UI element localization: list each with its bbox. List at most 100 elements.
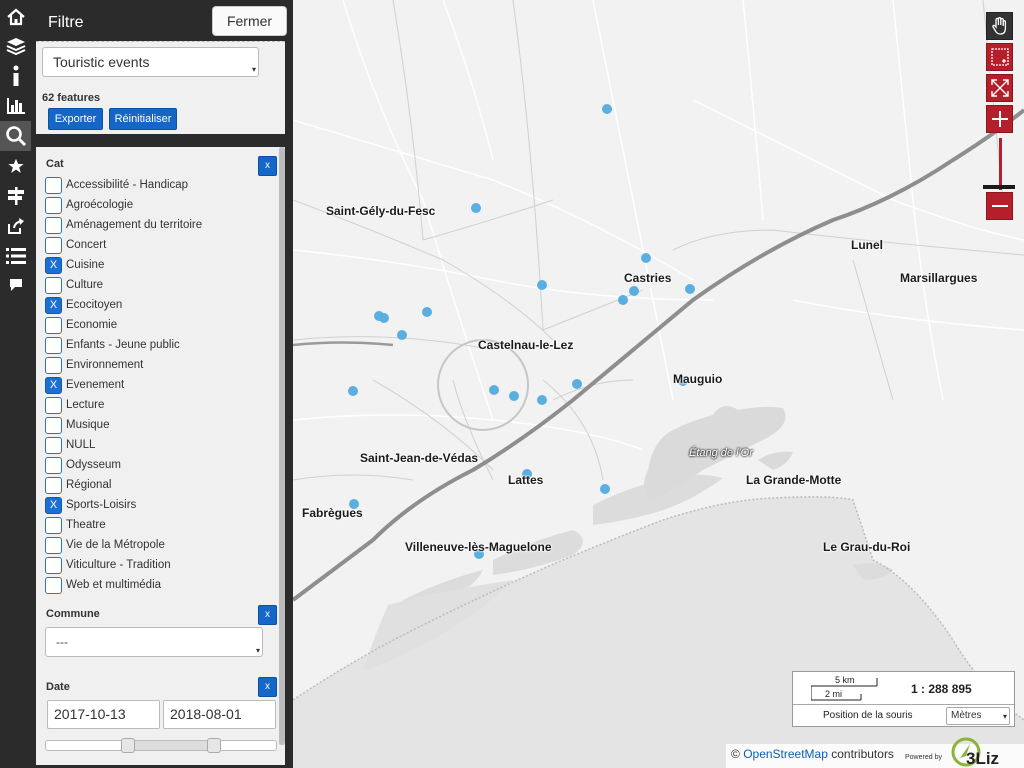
panel-scrollbar[interactable] bbox=[279, 147, 285, 745]
cat-option[interactable]: Concert bbox=[45, 236, 106, 254]
zoom-slider[interactable] bbox=[999, 138, 1002, 190]
cat-option[interactable]: Web et multimédia bbox=[45, 576, 161, 594]
checkbox[interactable] bbox=[45, 176, 62, 194]
home-icon[interactable] bbox=[0, 2, 31, 32]
signpost-icon[interactable] bbox=[0, 181, 31, 211]
cat-option[interactable]: Economie bbox=[45, 316, 117, 334]
star-icon[interactable] bbox=[0, 151, 31, 181]
scale-mi: 2 mi bbox=[825, 689, 843, 699]
layer-select[interactable]: Touristic events ▾ bbox=[42, 47, 259, 77]
cat-option[interactable]: Enfants - Jeune public bbox=[45, 336, 180, 354]
osm-link[interactable]: OpenStreetMap bbox=[743, 747, 828, 761]
checkbox[interactable] bbox=[45, 396, 62, 414]
cat-option[interactable]: NULL bbox=[45, 436, 95, 454]
date-to-input[interactable]: 2018-08-01 bbox=[163, 700, 276, 729]
scale-ratio: 1 : 288 895 bbox=[911, 682, 972, 696]
checkbox[interactable] bbox=[45, 236, 62, 254]
share-icon[interactable] bbox=[0, 211, 31, 241]
slider-handle-start[interactable] bbox=[121, 738, 135, 753]
checkbox[interactable] bbox=[45, 576, 62, 594]
zoom-slider-handle[interactable] bbox=[983, 185, 1015, 189]
event-point[interactable] bbox=[537, 280, 547, 290]
cat-option[interactable]: Accessibilité - Handicap bbox=[45, 176, 188, 194]
checkbox[interactable] bbox=[45, 556, 62, 574]
info-icon[interactable] bbox=[0, 61, 31, 91]
export-button[interactable]: Exporter bbox=[48, 108, 103, 130]
event-point[interactable] bbox=[602, 104, 612, 114]
checkbox[interactable] bbox=[45, 216, 62, 234]
cat-option[interactable]: Vie de la Métropole bbox=[45, 536, 165, 554]
date-from-input[interactable]: 2017-10-13 bbox=[47, 700, 160, 729]
layers-icon[interactable] bbox=[0, 31, 31, 61]
comment-icon[interactable] bbox=[0, 270, 31, 300]
zoom-in-button[interactable] bbox=[986, 105, 1013, 133]
3liz-logo[interactable]: 3Liz bbox=[950, 736, 1022, 768]
cat-option[interactable]: Environnement bbox=[45, 356, 143, 374]
slider-handle-end[interactable] bbox=[207, 738, 221, 753]
cat-option[interactable]: Lecture bbox=[45, 396, 104, 414]
cat-option[interactable]: Agroécologie bbox=[45, 196, 133, 214]
event-point[interactable] bbox=[379, 313, 389, 323]
event-point[interactable] bbox=[397, 330, 407, 340]
scrollbar-thumb[interactable] bbox=[279, 147, 285, 745]
zoom-box-button[interactable] bbox=[986, 43, 1013, 71]
checkbox[interactable] bbox=[45, 336, 62, 354]
checkbox[interactable]: X bbox=[45, 296, 62, 314]
event-point[interactable] bbox=[509, 391, 519, 401]
cat-option[interactable]: Aménagement du territoire bbox=[45, 216, 202, 234]
event-point[interactable] bbox=[471, 203, 481, 213]
commune-clear-button[interactable]: x bbox=[258, 605, 277, 625]
checkbox[interactable] bbox=[45, 276, 62, 294]
checkbox[interactable] bbox=[45, 316, 62, 334]
event-point[interactable] bbox=[685, 284, 695, 294]
event-point[interactable] bbox=[348, 386, 358, 396]
checkbox[interactable] bbox=[45, 436, 62, 454]
checkbox[interactable] bbox=[45, 476, 62, 494]
event-point[interactable] bbox=[489, 385, 499, 395]
close-button[interactable]: Fermer bbox=[212, 6, 287, 36]
event-point[interactable] bbox=[641, 253, 651, 263]
pan-tool-button[interactable] bbox=[986, 12, 1013, 40]
event-point[interactable] bbox=[537, 395, 547, 405]
checkbox[interactable] bbox=[45, 456, 62, 474]
checkbox[interactable] bbox=[45, 416, 62, 434]
event-point[interactable] bbox=[572, 379, 582, 389]
zoom-extent-button[interactable] bbox=[986, 74, 1013, 102]
cat-option[interactable]: X Ecocitoyen bbox=[45, 296, 122, 314]
checkbox[interactable]: X bbox=[45, 256, 62, 274]
event-point[interactable] bbox=[629, 286, 639, 296]
unit-select-value: Mètres bbox=[951, 710, 982, 721]
checkbox-label: Régional bbox=[66, 479, 112, 491]
chart-icon[interactable] bbox=[0, 91, 31, 121]
unit-select[interactable]: Mètres ▾ bbox=[946, 707, 1010, 725]
reset-button[interactable]: Réinitialiser bbox=[109, 108, 177, 130]
cat-option[interactable]: X Cuisine bbox=[45, 256, 104, 274]
list-icon[interactable] bbox=[0, 241, 31, 271]
event-point[interactable] bbox=[618, 295, 628, 305]
cat-option[interactable]: Viticulture - Tradition bbox=[45, 556, 171, 574]
cat-option[interactable]: X Sports-Loisirs bbox=[45, 496, 136, 514]
map-view[interactable]: Saint-Gély-du-Fesc Lunel Castries Marsil… bbox=[293, 0, 1024, 768]
search-icon[interactable] bbox=[0, 121, 31, 151]
cat-option[interactable]: Culture bbox=[45, 276, 103, 294]
commune-select[interactable]: --- ▾ bbox=[45, 627, 263, 657]
checkbox[interactable] bbox=[45, 356, 62, 374]
cat-clear-button[interactable]: x bbox=[258, 156, 277, 176]
cat-option[interactable]: Odysseum bbox=[45, 456, 121, 474]
event-point[interactable] bbox=[422, 307, 432, 317]
cat-option[interactable]: Musique bbox=[45, 416, 109, 434]
checkbox[interactable] bbox=[45, 536, 62, 554]
checkbox[interactable]: X bbox=[45, 376, 62, 394]
event-point[interactable] bbox=[600, 484, 610, 494]
checkbox[interactable] bbox=[45, 516, 62, 534]
cat-option[interactable]: Theatre bbox=[45, 516, 106, 534]
zoom-out-button[interactable] bbox=[986, 192, 1013, 220]
date-clear-button[interactable]: x bbox=[258, 677, 277, 697]
checkbox-label: NULL bbox=[66, 439, 96, 451]
date-range-slider[interactable] bbox=[45, 738, 277, 753]
cat-option[interactable]: Régional bbox=[45, 476, 111, 494]
checkbox-label: Web et multimédia bbox=[66, 579, 162, 591]
checkbox[interactable] bbox=[45, 196, 62, 214]
cat-option[interactable]: X Evenement bbox=[45, 376, 124, 394]
checkbox[interactable]: X bbox=[45, 496, 62, 514]
